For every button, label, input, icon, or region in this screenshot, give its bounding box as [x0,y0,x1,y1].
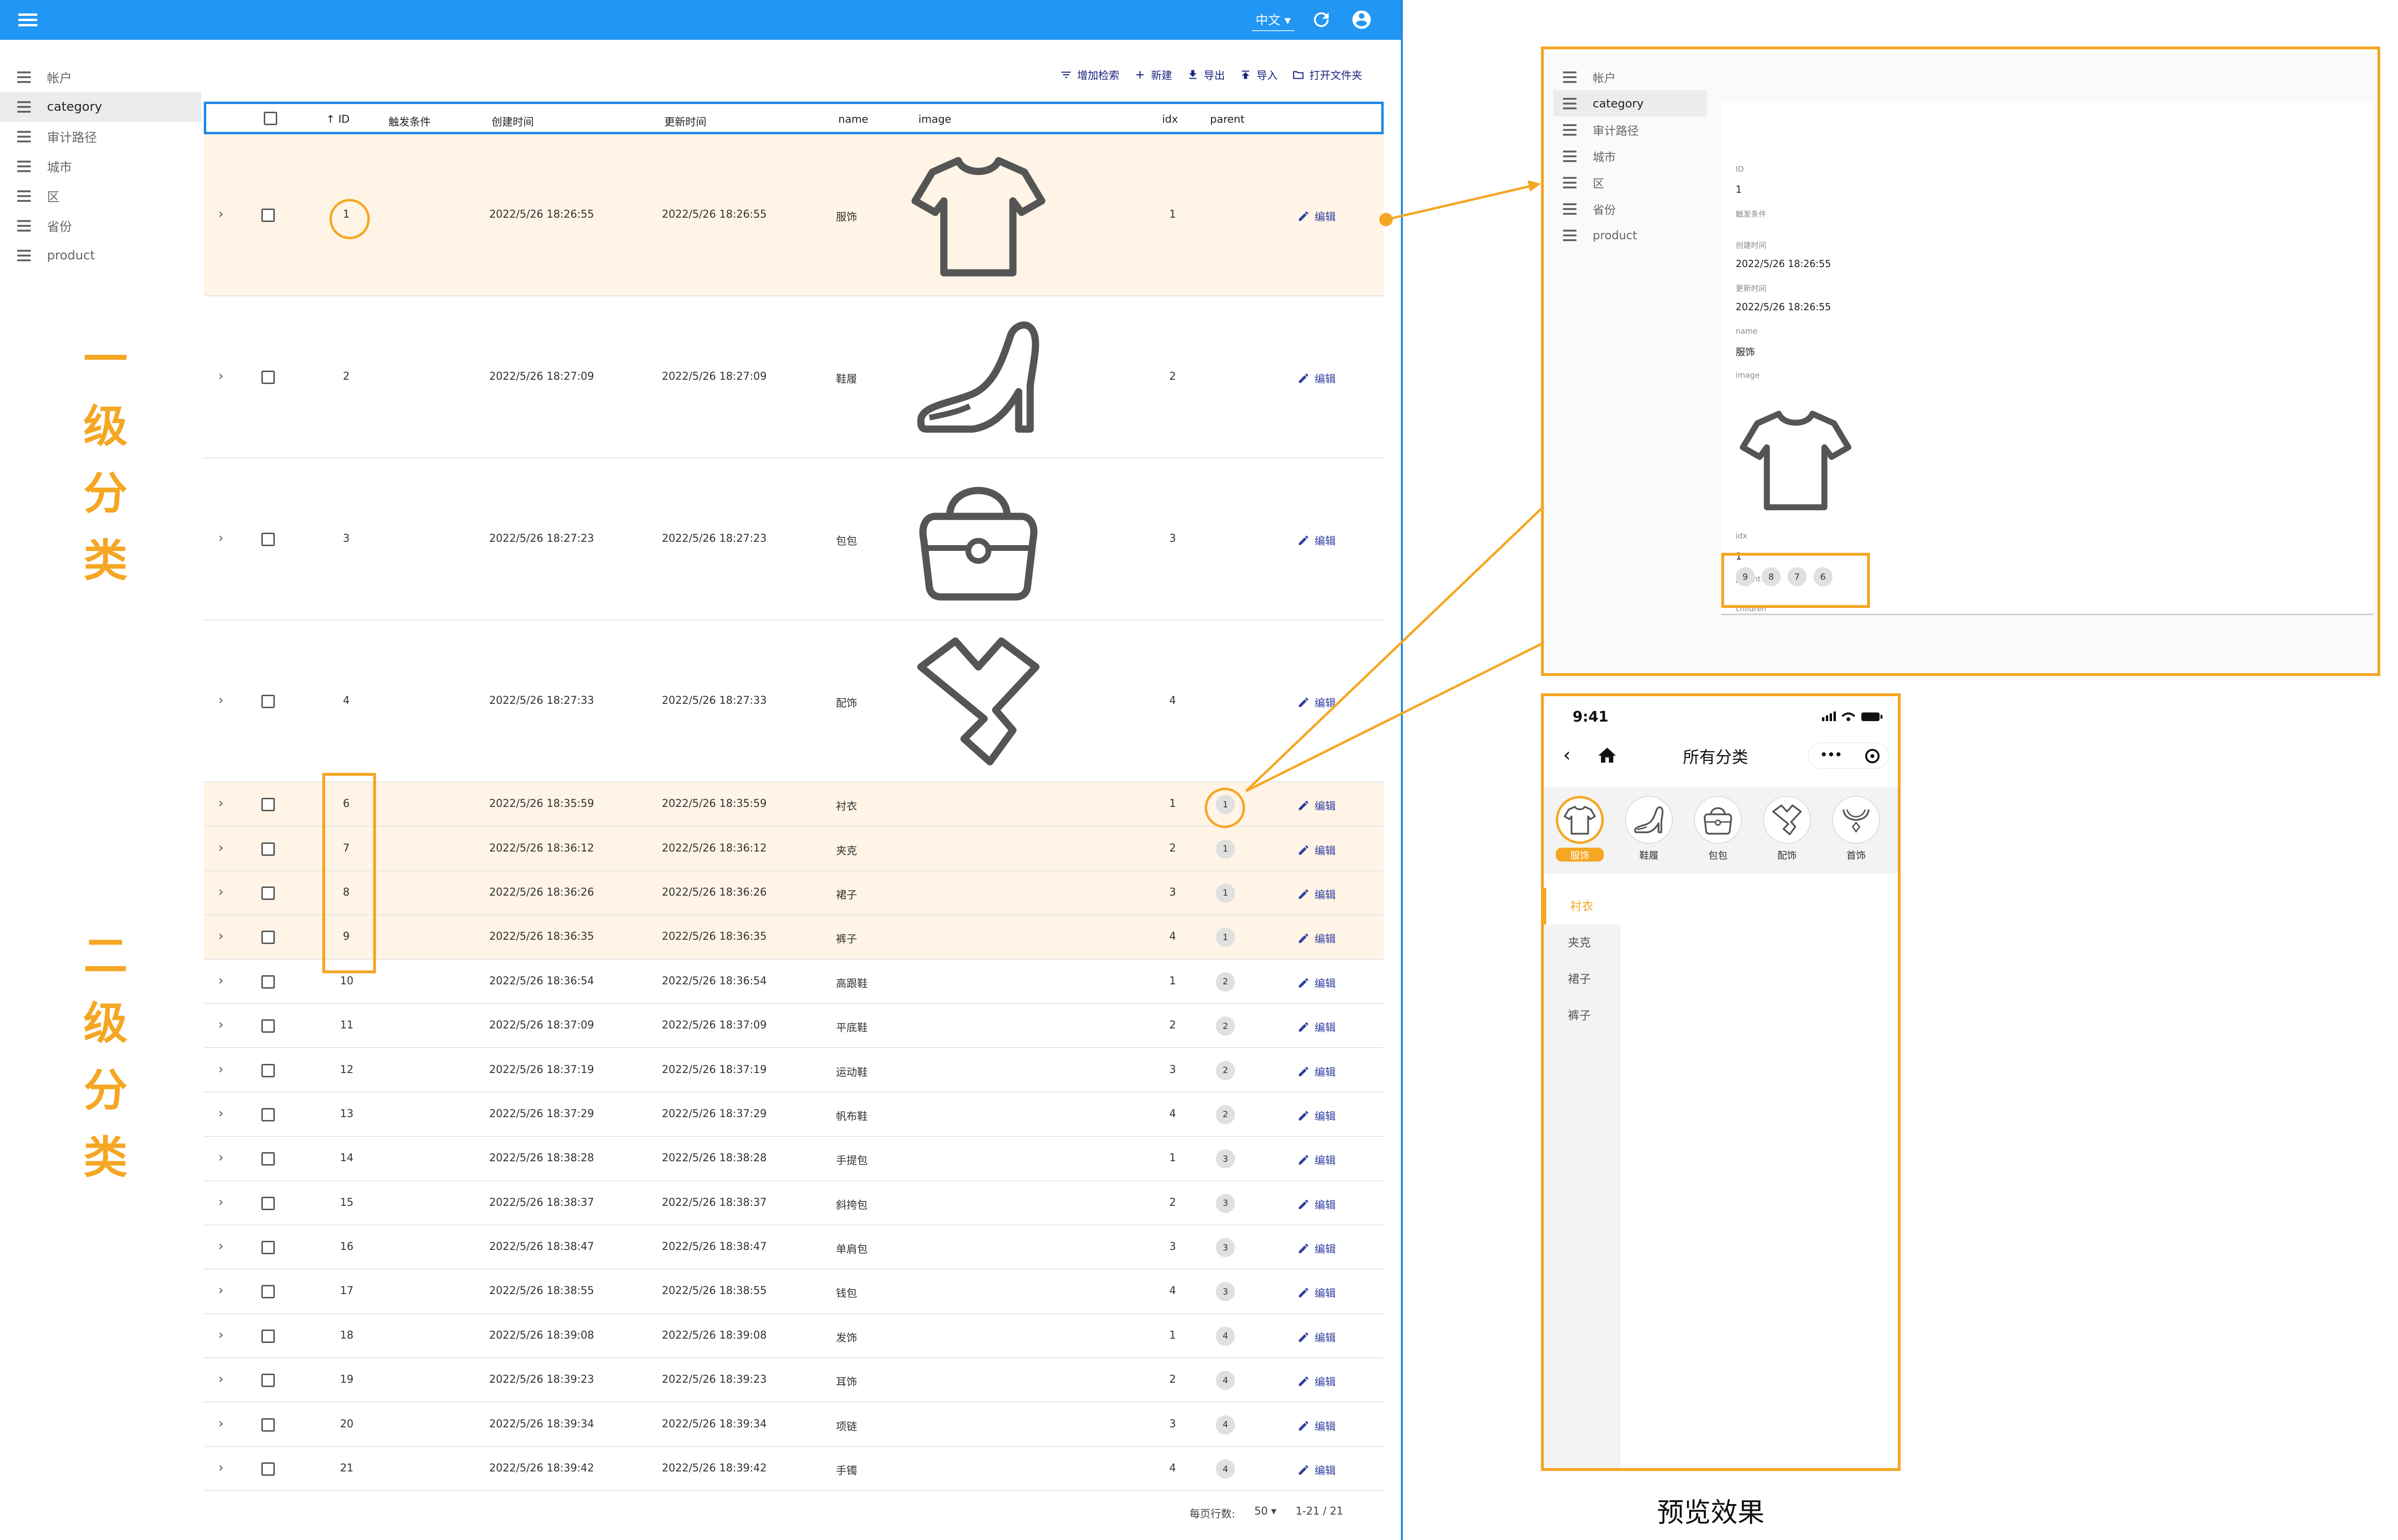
category-icon-circle [1694,796,1742,844]
field-created-label: 创建时间 [1736,241,1767,250]
list-icon [1563,97,1576,109]
category-icon-circle [1832,796,1880,844]
detail-sidebar-item[interactable]: category [1553,90,1707,117]
list-icon [1563,124,1576,136]
category-item[interactable]: 配饰 [1761,796,1813,862]
field-updated-value: 2022/5/26 18:26:55 [1736,301,1831,313]
category-bar: 服饰 鞋履 包包 配饰 首饰 [1544,787,1898,874]
category-label: 配饰 [1777,850,1797,861]
category-icon-circle [1556,796,1604,844]
necklace-icon [1839,803,1873,837]
high-heel-icon [1632,803,1666,837]
subcategory-item[interactable]: 夹克 [1544,924,1621,961]
detail-sidebar-item[interactable]: 审计路径 [1553,117,1707,143]
detail-sidebar-item[interactable]: product [1553,222,1707,248]
highlight-box-children [1721,553,1870,608]
field-id-label: ID [1736,164,1744,174]
field-name-value: 服饰 [1736,346,1755,358]
preview-caption: 预览效果 [1657,1497,1764,1528]
list-icon [1563,71,1576,83]
detail-sidebar-item-label: 帐户 [1593,71,1616,85]
detail-sidebar-item-label: product [1593,228,1637,242]
subcategory-item[interactable]: 裙子 [1544,961,1621,997]
category-label: 首饰 [1846,850,1866,861]
field-name-label: name [1736,327,1758,336]
field-image-label: image [1736,371,1760,380]
detail-sidebar-item-label: 省份 [1593,203,1616,217]
handbag-icon [1701,803,1735,837]
phone-title: 所有分类 [1683,748,1748,767]
detail-sidebar: 帐户 category 审计路径城市区省份 product [1553,64,1707,248]
detail-sidebar-item-label: 审计路径 [1593,124,1639,138]
tshirt-icon [1563,803,1597,837]
detail-sidebar-item[interactable]: 城市 [1553,143,1707,169]
subcategory-item[interactable]: 衬衣 [1544,888,1621,924]
category-label: 服饰 [1556,848,1604,862]
subcategory-list: 衬衣 夹克 裙子 裤子 [1544,888,1621,1468]
subcategory-item[interactable]: 裤子 [1544,997,1621,1034]
field-trigger-label: 触发条件 [1736,210,1767,219]
list-icon [1563,176,1576,188]
category-icon-circle [1763,796,1811,844]
detail-sidebar-item[interactable]: 区 [1553,169,1707,196]
category-label: 包包 [1708,850,1728,861]
field-updated-label: 更新时间 [1736,284,1767,293]
field-idx-label: idx [1736,531,1748,540]
back-icon[interactable]: ‹ [1563,744,1571,766]
capsule-menu[interactable]: ••• [1808,742,1889,769]
list-icon [1563,150,1576,162]
detail-panel: 帐户 category 审计路径城市区省份 product ID 1 触发条件 创建时… [1541,47,2380,676]
close-circle-icon[interactable] [1865,749,1880,763]
more-icon[interactable]: ••• [1820,748,1842,761]
detail-sidebar-item[interactable]: 省份 [1553,196,1707,222]
field-created-value: 2022/5/26 18:26:55 [1736,258,1831,269]
detail-sidebar-item[interactable]: 帐户 [1553,64,1707,90]
category-icon-circle [1625,796,1673,844]
status-icons [1822,712,1882,721]
status-time: 9:41 [1573,709,1609,725]
home-icon[interactable] [1597,745,1618,766]
detail-form: ID 1 触发条件 创建时间 2022/5/26 18:26:55 更新时间 2… [1721,102,2374,615]
detail-sidebar-item-label: 区 [1593,177,1604,190]
scarf-icon [1770,803,1804,837]
category-item[interactable]: 包包 [1692,796,1744,862]
list-icon [1563,229,1576,241]
field-id-value: 1 [1736,184,1742,195]
detail-sidebar-item-label: 城市 [1593,151,1616,164]
category-label: 鞋履 [1639,850,1658,861]
phone-preview: 9:41 ‹ 所有分类 ••• 服饰 鞋履 包包 配饰 首饰 衬衣 夹克 裙子 裤子 [1541,693,1901,1471]
category-item[interactable]: 首饰 [1830,796,1882,862]
list-icon [1563,203,1576,215]
detail-sidebar-item-label: category [1593,96,1644,110]
category-item[interactable]: 鞋履 [1622,796,1675,862]
category-item[interactable]: 服饰 [1553,796,1606,862]
tshirt-icon [1736,399,1856,519]
